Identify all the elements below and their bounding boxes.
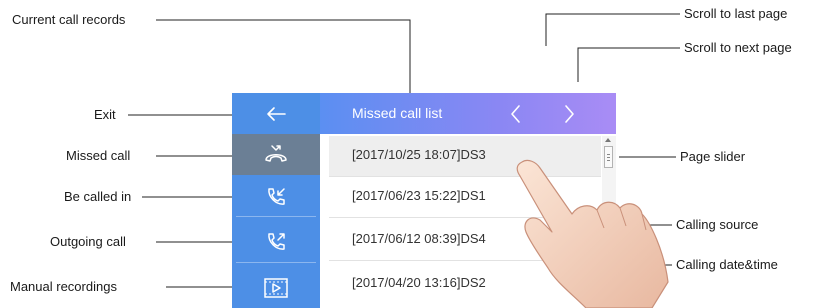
video-recording-icon (264, 277, 288, 298)
call-source: DS4 (460, 231, 486, 246)
outgoing-call-button[interactable] (232, 221, 320, 262)
call-datetime: [2017/06/12 08:39] (352, 231, 461, 246)
call-datetime: [2017/04/20 13:16] (352, 275, 461, 290)
scroll-down-arrow-icon[interactable] (605, 302, 611, 306)
callout-manual-recordings: Manual recordings (10, 279, 117, 294)
call-source: DS3 (460, 147, 486, 162)
call-datetime: [2017/10/25 18:07] (352, 147, 461, 162)
call-source: DS1 (460, 188, 486, 203)
sidebar-divider (236, 262, 316, 263)
be-called-in-button[interactable] (232, 176, 320, 217)
list-item[interactable]: [2017/04/20 13:16]DS2 (329, 264, 601, 304)
callout-scroll-last-page: Scroll to last page (684, 6, 788, 21)
list-item[interactable]: [2017/06/12 08:39]DS4 (329, 220, 601, 261)
callout-scroll-next-page: Scroll to next page (684, 40, 792, 55)
manual-recordings-button[interactable] (232, 267, 320, 308)
scroll-up-arrow-icon[interactable] (605, 138, 611, 142)
list-item[interactable]: [2017/06/23 15:22]DS1 (329, 177, 601, 218)
scroll-thumb[interactable] (604, 146, 613, 168)
callout-calling-source: Calling source (676, 217, 759, 232)
call-source: DS2 (460, 275, 486, 290)
missed-call-icon (265, 144, 287, 162)
header-bar: Missed call list (320, 93, 616, 134)
callout-missed-call: Missed call (66, 148, 131, 163)
device-screen: Missed call list [2017/10/25 18:07]DS3 [… (232, 93, 616, 308)
callout-exit: Exit (94, 107, 116, 122)
list-item[interactable]: [2017/10/25 18:07]DS3 (329, 136, 601, 177)
page-title: Missed call list (352, 105, 443, 121)
call-record-list: [2017/10/25 18:07]DS3 [2017/06/23 15:22]… (329, 136, 616, 308)
missed-call-button[interactable] (232, 134, 320, 175)
callout-be-called-in: Be called in (64, 189, 132, 204)
callout-outgoing-call: Outgoing call (50, 234, 126, 249)
sidebar (232, 93, 320, 308)
exit-button[interactable] (232, 93, 320, 134)
callout-page-slider: Page slider (680, 149, 746, 164)
arrow-left-icon (267, 106, 286, 121)
call-datetime: [2017/06/23 15:22] (352, 188, 461, 203)
next-page-button[interactable] (555, 98, 585, 130)
outgoing-call-icon (268, 232, 285, 250)
chevron-right-icon (565, 105, 574, 123)
incoming-call-icon (268, 187, 285, 205)
prev-page-button[interactable] (500, 98, 530, 130)
page-slider[interactable] (602, 136, 616, 308)
callout-calling-date-time: Calling date&time (676, 257, 778, 272)
callout-current-call-records: Current call records (12, 12, 126, 27)
chevron-left-icon (511, 105, 520, 123)
